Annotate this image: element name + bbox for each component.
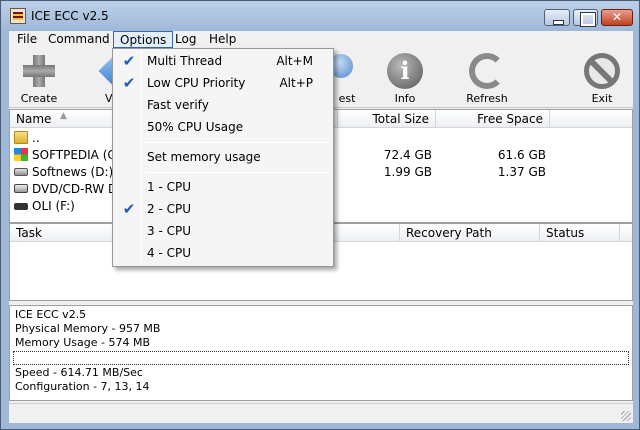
menu-item-low-cpu-priority[interactable]: ✔ Low CPU Priority Alt+P (115, 73, 331, 94)
hard-drive-icon (14, 168, 28, 176)
menu-item-label: Fast verify (147, 98, 209, 112)
status-bar (9, 403, 633, 423)
menu-item-label: 2 - CPU (147, 202, 191, 216)
log-line: Physical Memory - 957 MB (15, 322, 161, 335)
menu-item-label: 3 - CPU (147, 224, 191, 238)
drive-total-size: 1.99 GB (383, 165, 432, 179)
menu-bar: File Command Options Log Help (9, 31, 633, 48)
check-icon: ✔ (122, 74, 136, 92)
create-label: Create (20, 92, 58, 105)
resize-grip-icon[interactable] (621, 411, 631, 421)
menu-item-label: 1 - CPU (147, 180, 191, 194)
menu-item-shortcut: Alt+P (279, 76, 313, 90)
create-icon (21, 53, 57, 89)
log-line: Memory Usage - 574 MB (15, 336, 150, 349)
menu-item-label: Low CPU Priority (147, 76, 246, 90)
drive-name: OLI (F:) (32, 199, 75, 213)
menu-item-label: Multi Thread (147, 54, 223, 68)
menu-command[interactable]: Command (42, 31, 116, 48)
usb-drive-icon (14, 203, 28, 210)
drive-name: Softnews (D:) (32, 165, 114, 179)
close-button[interactable] (601, 9, 633, 26)
info-button[interactable]: Info (381, 48, 429, 108)
drive-name: .. (32, 131, 40, 145)
app-icon[interactable] (10, 8, 26, 24)
menu-item-50-cpu-usage[interactable]: 50% CPU Usage (115, 117, 331, 138)
info-label: Info (394, 92, 416, 105)
sort-ascending-icon: ▲ (60, 111, 67, 121)
column-header-total-size[interactable]: Total Size (338, 110, 436, 128)
menu-item-2-cpu[interactable]: ✔ 2 - CPU (115, 199, 331, 220)
drive-free-space: 1.37 GB (497, 165, 546, 179)
log-panel[interactable]: ICE ECC v2.5 Physical Memory - 957 MB Me… (9, 305, 633, 401)
menu-item-multi-thread[interactable]: ✔ Multi Thread Alt+M (115, 51, 331, 72)
menu-help[interactable]: Help (203, 31, 242, 48)
menu-separator (145, 142, 329, 143)
menu-item-1-cpu[interactable]: 1 - CPU (115, 177, 331, 198)
menu-item-4-cpu[interactable]: 4 - CPU (115, 243, 331, 264)
menu-item-shortcut: Alt+M (276, 54, 313, 68)
check-icon: ✔ (122, 52, 136, 70)
maximize-button[interactable] (573, 9, 598, 27)
column-header-blank[interactable] (550, 110, 632, 128)
title-bar[interactable]: ICE ECC v2.5 (1, 1, 639, 31)
log-line: Speed - 614.71 MB/Sec (15, 366, 143, 379)
exit-button[interactable]: Exit (579, 48, 625, 108)
app-window: ICE ECC v2.5 File Command Options Log He… (0, 0, 640, 430)
exit-icon (584, 53, 620, 89)
column-header-status[interactable]: Status (540, 224, 620, 242)
menu-log[interactable]: Log (169, 31, 202, 48)
refresh-icon (469, 53, 505, 89)
menu-file[interactable]: File (11, 31, 43, 48)
menu-item-label: Set memory usage (147, 150, 261, 164)
window-title: ICE ECC v2.5 (31, 9, 109, 23)
menu-item-label: 50% CPU Usage (147, 120, 244, 134)
menu-item-fast-verify[interactable]: Fast verify (115, 95, 331, 116)
dvd-drive-icon (14, 184, 28, 193)
create-button[interactable]: Create (13, 48, 65, 108)
info-icon (387, 53, 423, 89)
column-header-blank[interactable] (620, 224, 632, 242)
column-header-recovery-path[interactable]: Recovery Path (400, 224, 540, 242)
log-line: ICE ECC v2.5 (15, 308, 87, 321)
refresh-label: Refresh (466, 92, 508, 105)
drive-name: DVD/CD-RW Dr (32, 182, 123, 196)
menu-item-label: 4 - CPU (147, 246, 191, 260)
drive-total-size: 72.4 GB (383, 148, 432, 162)
menu-item-set-memory-usage[interactable]: Set memory usage (115, 147, 331, 168)
drive-name: SOFTPEDIA (C:) (32, 148, 125, 162)
menu-separator (145, 172, 329, 173)
log-selection-box (13, 351, 629, 365)
exit-label: Exit (591, 92, 613, 105)
options-dropdown-menu: ✔ Multi Thread Alt+M ✔ Low CPU Priority … (112, 48, 334, 267)
windows-drive-icon (14, 148, 28, 161)
column-header-free-space[interactable]: Free Space (436, 110, 550, 128)
folder-icon (14, 131, 28, 144)
log-line: Configuration - 7, 13, 14 (15, 380, 150, 393)
minimize-button[interactable] (544, 9, 570, 26)
column-name-label: Name (16, 112, 52, 126)
menu-options[interactable]: Options (113, 31, 174, 48)
refresh-button[interactable]: Refresh (461, 48, 513, 108)
check-icon: ✔ (122, 200, 136, 218)
drive-free-space: 61.6 GB (497, 148, 546, 162)
menu-item-3-cpu[interactable]: 3 - CPU (115, 221, 331, 242)
